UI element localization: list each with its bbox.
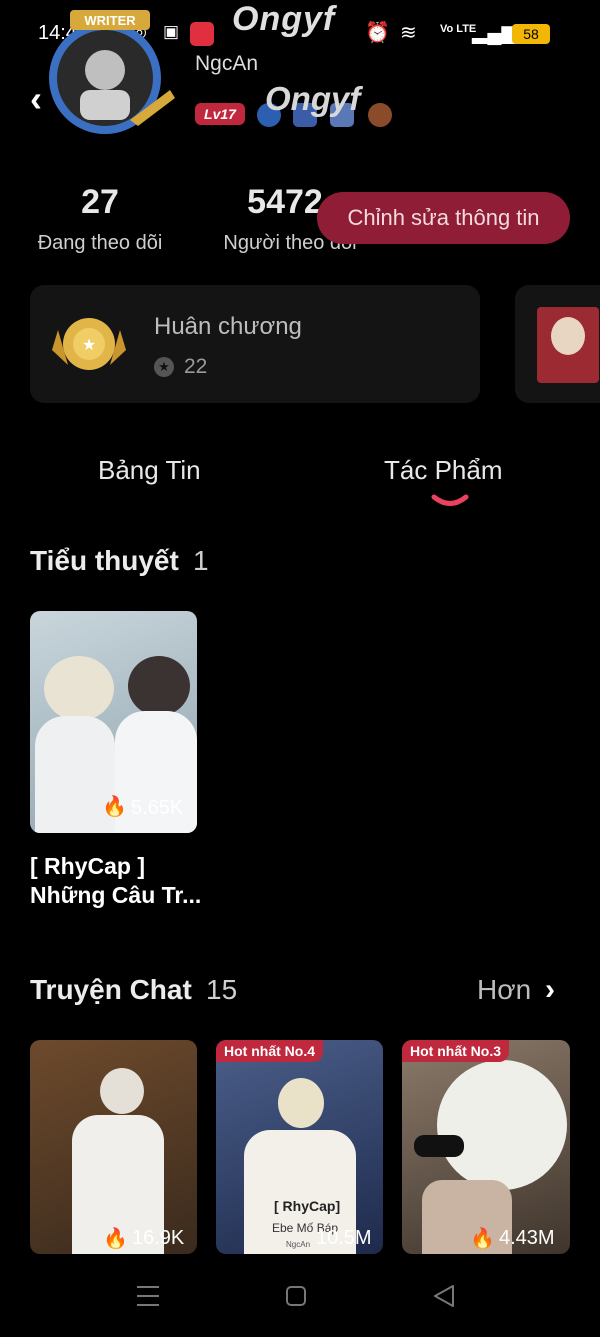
chat-card[interactable]: Hot nhất No.3 🔥 4.43M — [402, 1040, 570, 1254]
home-nav-icon[interactable] — [284, 1284, 308, 1308]
following-count[interactable]: 27 — [30, 183, 170, 222]
novels-section-count: 1 — [193, 545, 209, 576]
chat-card[interactable]: Hot nhất No.4 [ RhyCap] Ebe Mố Báp NgcAn… — [216, 1040, 383, 1254]
novels-section-title: Tiểu thuyết — [30, 545, 179, 576]
novel-views: 5.65K — [131, 797, 184, 819]
username: NgcAn — [195, 52, 259, 75]
svg-text:★: ★ — [82, 337, 96, 354]
manga-toon-icon — [190, 22, 214, 46]
chat-views: 16.9K — [132, 1227, 185, 1249]
chat-views: 4.43M — [499, 1227, 555, 1249]
alarm-icon: ⏰ — [365, 22, 390, 44]
fire-icon: 🔥 — [103, 1228, 128, 1250]
chat-section-title: Truyện Chat — [30, 974, 192, 1005]
hot-tag: Hot nhất No.3 — [402, 1040, 509, 1062]
level-badge: Lv17 — [195, 103, 245, 125]
fire-icon: 🔥 — [470, 1228, 495, 1250]
volte-indicator: Vo LTE — [440, 23, 477, 35]
chat-views: 10.5M — [316, 1227, 372, 1249]
battery-indicator: 58 — [512, 24, 550, 44]
badge-icon — [368, 103, 392, 127]
chat-section-count: 15 — [206, 974, 238, 1005]
novel-title[interactable]: [ RhyCap ] Những Câu Tr... — [30, 852, 205, 910]
more-link[interactable]: Hơn — [477, 974, 531, 1006]
active-tab-indicator — [431, 494, 469, 506]
medal-icon: ★ — [52, 318, 126, 370]
tab-works[interactable]: Tác Phẩm — [384, 455, 503, 486]
side-card-image — [537, 307, 599, 383]
edit-profile-button[interactable]: Chỉnh sửa thông tin — [317, 192, 570, 244]
novel-card[interactable]: 🔥 5.65K — [30, 611, 197, 833]
card-overlay-text: [ RhyCap] — [274, 1198, 341, 1214]
side-card[interactable] — [515, 285, 600, 403]
medal-card[interactable]: ★ Huân chương ★ 22 — [30, 285, 480, 403]
chat-card[interactable]: 🔥 16.9K — [30, 1040, 197, 1254]
back-icon[interactable]: ‹ — [30, 78, 42, 120]
avatar-frame-label: WRITER — [84, 13, 136, 28]
nickname: Ongyf — [265, 80, 361, 117]
fire-icon: 🔥 — [102, 796, 127, 818]
wifi-icon: ≋ — [400, 22, 417, 44]
medal-label: Huân chương — [154, 313, 302, 340]
star-icon: ★ — [154, 357, 174, 377]
back-nav-icon[interactable] — [431, 1283, 457, 1309]
following-label[interactable]: Đang theo dõi — [20, 232, 180, 255]
avatar[interactable]: WRITER — [30, 10, 180, 140]
signal-icon: ▂▄▆ — [472, 22, 517, 44]
tab-feed[interactable]: Bảng Tin — [98, 455, 201, 486]
chevron-right-icon[interactable]: › — [545, 973, 555, 1007]
medal-count: 22 — [184, 355, 208, 378]
card-watermark: NgcAn — [286, 1240, 311, 1249]
hot-tag: Hot nhất No.4 — [216, 1040, 323, 1062]
nickname-watermark: Ongyf — [232, 0, 336, 38]
menu-nav-icon[interactable] — [135, 1284, 161, 1308]
